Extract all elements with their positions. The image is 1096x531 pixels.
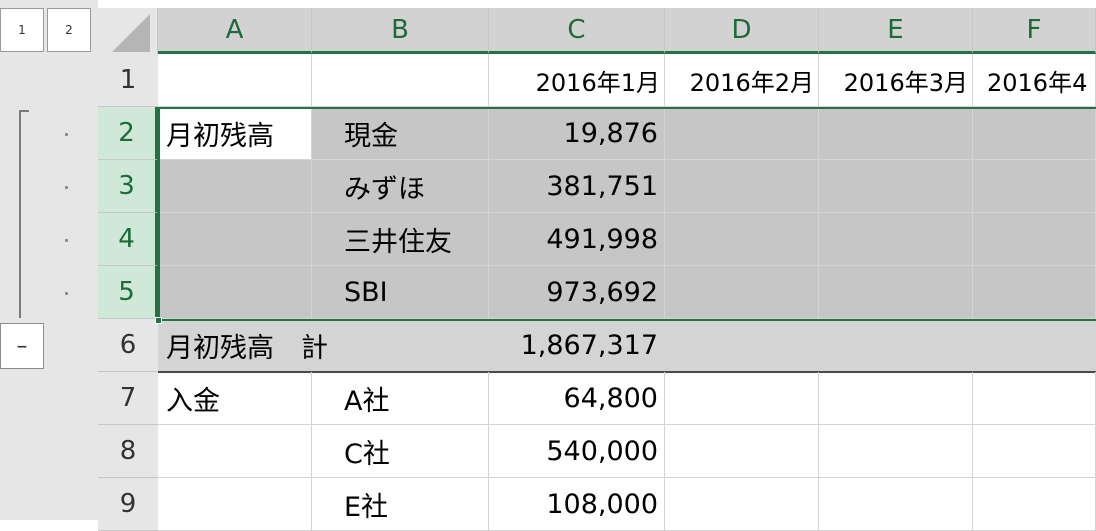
row-header-5[interactable]: 5	[98, 266, 158, 319]
cell-a9[interactable]	[158, 478, 312, 531]
column-header-c[interactable]: C	[489, 8, 665, 54]
outline-row-dot	[65, 186, 68, 189]
cell-f6[interactable]	[973, 319, 1096, 372]
cell-a6[interactable]: 月初残高 計	[158, 319, 489, 372]
outline-margin	[0, 0, 98, 520]
cell-c7[interactable]: 64,800	[489, 372, 665, 425]
row-header-9[interactable]: 9	[98, 478, 158, 531]
cell-e7[interactable]	[819, 372, 973, 425]
select-all-triangle-icon	[112, 14, 150, 52]
outline-row-dot	[65, 133, 68, 136]
row-header-1[interactable]: 1	[98, 54, 158, 107]
cell-d8[interactable]	[665, 425, 819, 478]
cell-c1[interactable]: 2016年1月	[489, 54, 665, 107]
column-header-a[interactable]: A	[158, 8, 312, 54]
cell-e9[interactable]	[819, 478, 973, 531]
cell-f7[interactable]	[973, 372, 1096, 425]
cell-f9[interactable]	[973, 478, 1096, 531]
cell-e1[interactable]: 2016年3月	[819, 54, 973, 107]
cell-a1[interactable]	[158, 54, 312, 107]
selection-range-border	[158, 107, 1096, 321]
cell-c6[interactable]: 1,867,317	[489, 319, 665, 372]
cell-e8[interactable]	[819, 425, 973, 478]
column-header-d[interactable]: D	[665, 8, 819, 54]
row-header-4[interactable]: 4	[98, 213, 158, 266]
outline-row-dot	[65, 239, 68, 242]
cell-c9[interactable]: 108,000	[489, 478, 665, 531]
outline-level-2-button[interactable]: 2	[47, 8, 91, 52]
cell-c8[interactable]: 540,000	[489, 425, 665, 478]
cell-b1[interactable]	[312, 54, 489, 107]
outline-group-bracket	[19, 110, 21, 318]
row-header-8[interactable]: 8	[98, 425, 158, 478]
cell-d9[interactable]	[665, 478, 819, 531]
outline-level-1-button[interactable]: 1	[0, 8, 44, 52]
column-header-f[interactable]: F	[973, 8, 1096, 54]
cell-d6[interactable]	[665, 319, 819, 372]
fill-handle[interactable]	[155, 317, 162, 324]
row-header-3[interactable]: 3	[98, 160, 158, 213]
outline-row-dot	[65, 292, 68, 295]
cell-b7[interactable]: A社	[312, 372, 489, 425]
cell-d7[interactable]	[665, 372, 819, 425]
row-header-2[interactable]: 2	[98, 107, 158, 160]
column-header-e[interactable]: E	[819, 8, 973, 54]
column-header-b[interactable]: B	[312, 8, 489, 54]
cell-b9[interactable]: E社	[312, 478, 489, 531]
cell-a7[interactable]: 入金	[158, 372, 312, 425]
cell-f1[interactable]: 2016年4	[973, 54, 1096, 107]
cell-d1[interactable]: 2016年2月	[665, 54, 819, 107]
cell-b8[interactable]: C社	[312, 425, 489, 478]
cell-e6[interactable]	[819, 319, 973, 372]
cell-f8[interactable]	[973, 425, 1096, 478]
outline-collapse-button[interactable]: –	[0, 323, 44, 369]
row-header-6[interactable]: 6	[98, 319, 158, 372]
cell-a8[interactable]	[158, 425, 312, 478]
row-header-7[interactable]: 7	[98, 372, 158, 425]
